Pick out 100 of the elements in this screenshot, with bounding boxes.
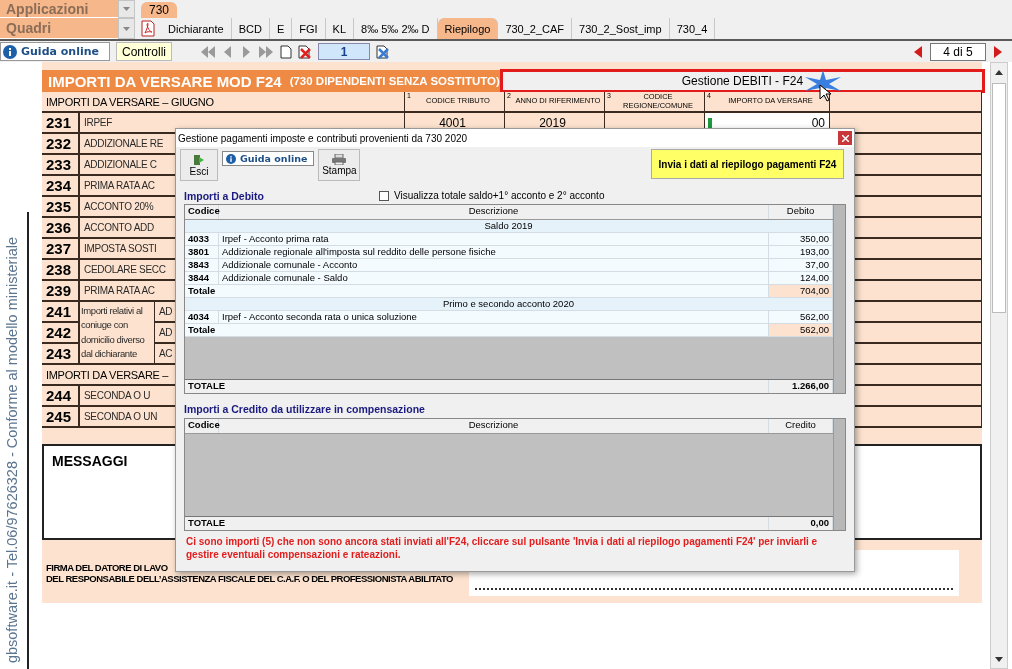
page-icon[interactable] (280, 44, 292, 59)
messages-title: MESSAGGI (52, 453, 128, 469)
tab[interactable]: Dichiarante (161, 18, 232, 39)
table-cell: 4034 (185, 311, 219, 323)
row-number: 237 (46, 240, 72, 257)
debts-button[interactable]: Gestione DEBITI - F24 (499, 69, 985, 93)
table-cell: 3844 (185, 272, 219, 284)
row-label: PRIMA RATA AC (83, 180, 155, 191)
print-button[interactable]: Stampa (318, 149, 361, 181)
signature-label: FIRMA DEL DATORE DI LAVO (46, 562, 169, 573)
exit-icon (193, 153, 205, 166)
row-label: ACCONTO ADD (83, 222, 154, 233)
checks-button[interactable]: Controlli (116, 42, 172, 61)
marker-icon (708, 117, 712, 128)
column-header: Codice (185, 205, 219, 219)
tab[interactable]: E (269, 18, 293, 39)
table-cell: Addizionale regionale all'imposta sul reddito delle persone fisiche (219, 246, 769, 258)
total-label: TOTALE (185, 380, 769, 393)
row-label: AD (158, 306, 173, 317)
tab[interactable]: 8‰ 5‰ 2‰ D (354, 18, 438, 39)
row-number: 233 (46, 156, 72, 173)
printer-icon (332, 154, 347, 165)
table-cell-text: 2019 (538, 115, 567, 130)
row-number: 242 (46, 324, 72, 341)
dropdown-button[interactable] (118, 0, 135, 18)
tab[interactable]: 730 (141, 2, 178, 18)
warning-message: Ci sono importi (5) che non sono ancora stati inviati all'F24, cliccare sul pulsante 'Invia i dati al riepilogo pagamenti F24' per inviarli e gestire eventuali compensazioni e rateazioni. (185, 535, 819, 561)
left-arrow-icon[interactable] (912, 44, 924, 59)
total-label: TOTALE (185, 517, 769, 530)
dialog-title: Gestione pagamenti imposte e contributi provenienti da 730 2020 (178, 132, 468, 144)
row-number: 239 (46, 282, 72, 299)
table-cell: Irpef - Acconto seconda rata o unica soluzione (219, 311, 769, 323)
row-number: 243 (46, 345, 72, 362)
row-number: 245 (46, 408, 72, 425)
menu-label: Applicazioni (0, 0, 118, 18)
signature-label: DEL RESPONSABILE DELL’ASSISTENZA FISCALE DEL C.A.F. O DEL PROFESSIONISTA ABILITATO (46, 573, 453, 584)
tab[interactable]: 730_2_Sost_imp (572, 18, 670, 39)
side-caption: gbsoftware.it - Tel.06/97626328 - Conforme al modello ministeriale (4, 236, 20, 663)
row-number: 236 (46, 219, 72, 236)
table-cell-text: 4001 (438, 115, 467, 130)
tab[interactable]: 730_2_CAF (498, 18, 573, 39)
caret-icon (123, 26, 130, 31)
column-header: Codice (185, 419, 219, 433)
table-cell: 3801 (185, 246, 219, 258)
info-icon (226, 153, 236, 164)
form-title: IMPORTI DA VERSARE MOD F24 (47, 72, 282, 90)
page-field[interactable]: 1 (318, 43, 370, 60)
section-title: IMPORTI DA VERSARE – GIUGNO (45, 95, 214, 108)
row-label: AD (158, 327, 173, 338)
tab[interactable]: BCD (231, 18, 270, 39)
help-button[interactable]: Guida online (222, 151, 315, 166)
tab[interactable]: FGI (292, 18, 326, 39)
close-icon (841, 134, 849, 142)
page-indicator: 4 di 5 (930, 42, 986, 61)
form-subtitle: (730 DIPENDENTI SENZA SOSTITUTO) (289, 75, 500, 87)
page-delete-icon[interactable] (298, 44, 312, 59)
table-cell: 3843 (185, 259, 219, 271)
row-number: 238 (46, 261, 72, 278)
info-icon (3, 44, 17, 59)
totals-checkbox[interactable]: Visualizza totale saldo+1° acconto e 2° acconto (379, 190, 605, 201)
row-number: 241 (46, 303, 72, 320)
column-header: Descrizione (219, 205, 769, 219)
row-label: ACCONTO 20% (83, 201, 154, 212)
scrollbar[interactable] (990, 62, 1008, 669)
row-number: 231 (46, 114, 72, 131)
row-label: PRIMA RATA AC (83, 285, 155, 296)
row-label: CEDOLARE SECC (83, 264, 166, 275)
tab[interactable]: KL (325, 18, 355, 39)
row-label: ADDIZIONALE C (83, 159, 157, 170)
cursor-icon (819, 84, 831, 102)
table-cell: Addizionale comunale - Saldo (219, 272, 769, 284)
row-label: SECONDA O UN (83, 411, 158, 422)
down-arrow-icon[interactable] (995, 656, 1003, 662)
tab[interactable]: 730_4 (669, 18, 716, 39)
exit-button[interactable]: Esci (180, 149, 218, 181)
row-label: IMPOSTA SOSTI (83, 243, 157, 254)
right-arrow-icon[interactable] (992, 44, 1004, 59)
close-button[interactable] (838, 131, 852, 145)
tab[interactable]: Riepilogo (437, 18, 499, 39)
table-cell: Irpef - Acconto prima rata (219, 233, 769, 245)
row-label: AC (158, 348, 173, 359)
row-label: ADDIZIONALE RE (83, 138, 164, 149)
menu-label: Quadri (0, 18, 118, 39)
section-heading: Importi a Credito da utilizzare in compensazione (184, 403, 425, 415)
help-button[interactable]: Guida online (0, 42, 110, 61)
dropdown-button[interactable] (118, 18, 135, 39)
checkbox[interactable] (379, 190, 389, 201)
pdf-icon[interactable] (141, 18, 155, 39)
up-arrow-icon[interactable] (995, 69, 1003, 75)
column-header: Descrizione (219, 419, 769, 433)
row-number: 235 (46, 198, 72, 215)
table-cell-text: 00 (811, 115, 826, 130)
row-number: 234 (46, 177, 72, 194)
row-number: 232 (46, 135, 72, 152)
page-x-icon[interactable] (376, 44, 390, 59)
send-button[interactable]: Invia i dati al riepilogo pagamenti F24 (651, 149, 844, 179)
table-cell: 4033 (185, 233, 219, 245)
row-number: 244 (46, 387, 72, 404)
caret-icon (123, 7, 130, 11)
row-label: Importi relativi al coniuge con domicilio diverso dal dichiarante (80, 303, 146, 361)
